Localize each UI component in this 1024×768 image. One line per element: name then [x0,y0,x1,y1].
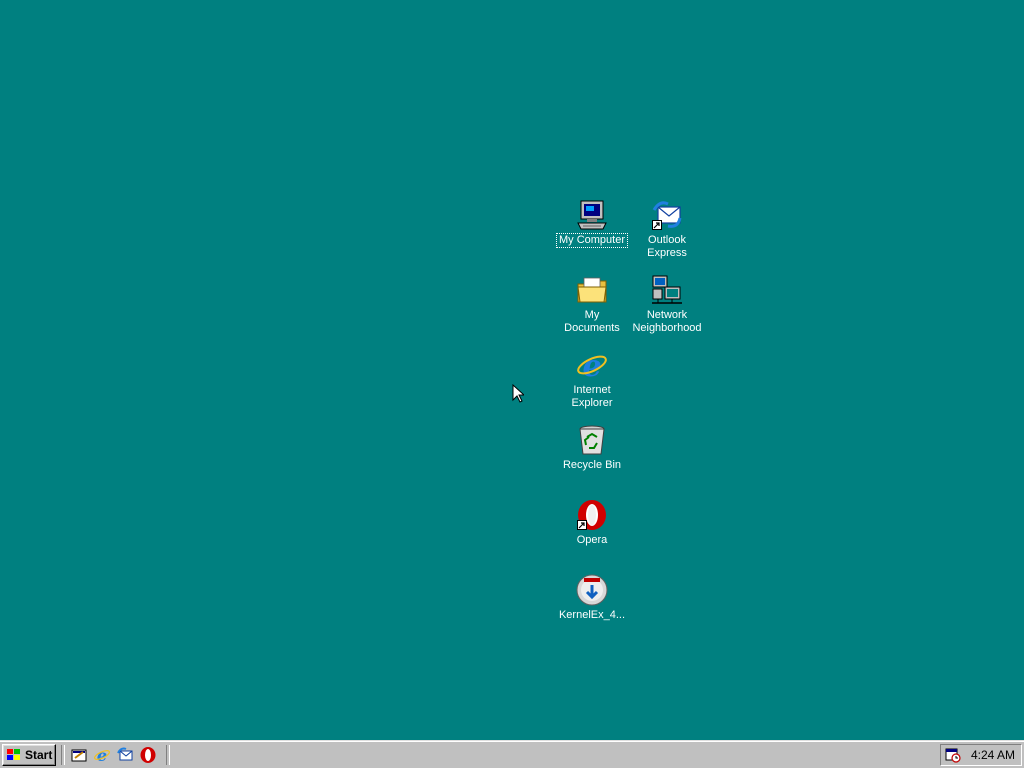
clock[interactable]: 4:24 AM [971,748,1015,762]
desktop-icon-my-computer[interactable]: My Computer [554,198,630,248]
taskbar: Start e 4:24 AM [0,740,1024,768]
scheduler-icon[interactable] [945,747,961,763]
ie-icon: e [575,348,609,384]
desktop-icon-label: Internet Explorer [571,384,613,409]
desktop-icon-label: Recycle Bin [562,459,622,471]
network-icon [650,273,684,307]
opera-icon [575,498,609,532]
desktop-icon-label: My Documents [564,309,620,334]
desktop-icon-label: KernelEx_4... [558,609,626,621]
shortcut-arrow-icon [577,520,587,530]
desktop-icon-label: My Computer [555,233,629,248]
quick-launch-outlook-express[interactable] [116,746,134,764]
desktop-icon-opera[interactable]: Opera [554,498,630,547]
show-desktop-icon [71,749,87,762]
ie-icon: e [94,746,110,765]
outlook-express-icon [650,198,684,232]
desktop-icon-label: Opera [576,534,608,546]
taskbar-separator [166,745,170,765]
outlook-express-icon [117,747,133,761]
desktop-icon-recycle-bin[interactable]: Recycle Bin [554,423,630,472]
folder-icon [575,273,609,307]
desktop-icon-my-documents[interactable]: My Documents [554,273,630,335]
svg-text:e: e [97,746,107,764]
installer-cd-icon [575,573,609,607]
taskbar-separator [61,745,65,765]
desktop[interactable]: My Computer Outlook Express My Documents… [0,0,1024,740]
desktop-icon-outlook-express[interactable]: Outlook Express [629,198,705,260]
svg-text:e: e [582,349,601,382]
windows-logo-icon [7,749,20,760]
desktop-icon-internet-explorer[interactable]: e Internet Explorer [554,348,630,410]
desktop-icon-label: Outlook Express [647,234,687,259]
recycle-bin-icon [575,423,609,457]
desktop-icon-network-neighborhood[interactable]: Network Neighborhood [629,273,705,335]
shortcut-arrow-icon [652,220,662,230]
desktop-icon-label: Network Neighborhood [632,309,702,334]
quick-launch-internet-explorer[interactable]: e [93,746,111,765]
quick-launch-opera[interactable] [139,746,157,764]
system-tray: 4:24 AM [940,744,1022,766]
mouse-cursor-icon [512,383,526,406]
opera-icon [140,747,156,763]
quick-launch-show-desktop[interactable] [70,746,88,764]
desktop-icon-kernelex[interactable]: KernelEx_4... [554,573,630,622]
start-label: Start [25,748,53,762]
computer-icon [575,198,609,232]
start-button[interactable]: Start [2,744,56,766]
